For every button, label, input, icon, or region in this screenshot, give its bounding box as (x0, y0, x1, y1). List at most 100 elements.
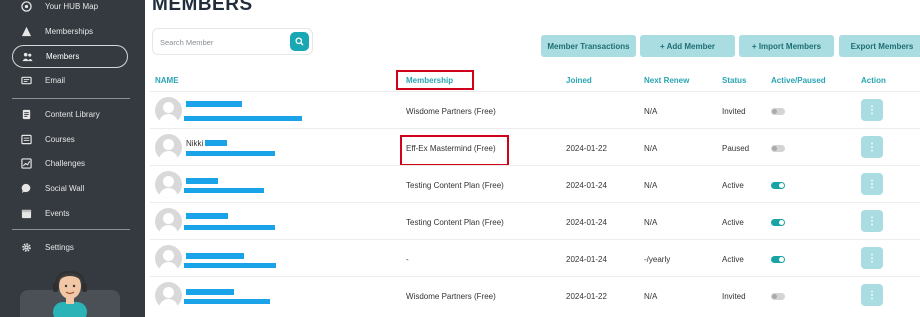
redacted-name (205, 140, 227, 146)
next-renew-cell: N/A (644, 292, 658, 301)
next-renew-cell: N/A (644, 181, 658, 190)
membership-cell: Testing Content Plan (Free) (406, 218, 504, 227)
redacted-name (186, 213, 228, 219)
sidebar-item-events[interactable]: Events (12, 202, 128, 225)
memberships-icon (20, 26, 32, 38)
active-paused-toggle[interactable] (771, 256, 785, 263)
sidebar-item-social-wall[interactable]: Social Wall (12, 177, 128, 200)
redacted-name (186, 178, 218, 184)
map-icon (20, 1, 32, 13)
active-paused-toggle[interactable] (771, 108, 785, 115)
more-vertical-icon: ⋮ (867, 289, 877, 301)
row-action-button[interactable]: ⋮ (861, 284, 883, 306)
active-paused-toggle[interactable] (771, 182, 785, 189)
active-paused-toggle[interactable] (771, 219, 785, 226)
status-cell: Active (722, 218, 744, 227)
sidebar-item-courses[interactable]: Courses (12, 128, 128, 151)
sidebar-item-label: Social Wall (45, 184, 85, 193)
sidebar-item-hub-map[interactable]: Your HUB Map (12, 0, 128, 18)
sidebar-item-label: Content Library (45, 110, 100, 119)
joined-cell: 2024-01-24 (566, 218, 607, 227)
more-vertical-icon: ⋮ (867, 104, 877, 116)
row-action-button[interactable]: ⋮ (861, 173, 883, 195)
membership-cell: - (406, 255, 409, 264)
redacted-email (184, 263, 276, 268)
search-input[interactable]: Search Member (160, 38, 213, 47)
next-renew-cell: N/A (644, 107, 658, 116)
more-vertical-icon: ⋮ (867, 178, 877, 190)
export-members-button[interactable]: Export Members (839, 35, 920, 57)
row-divider (150, 239, 920, 240)
sidebar-item-members[interactable]: Members (12, 45, 128, 68)
redacted-name (186, 289, 234, 295)
sidebar-divider (12, 229, 130, 230)
redacted-email (184, 116, 302, 121)
next-renew-cell: N/A (644, 144, 658, 153)
column-header-action: Action (861, 76, 886, 85)
sidebar-item-label: Events (45, 209, 70, 218)
member-avatar (155, 134, 182, 161)
member-transactions-button[interactable]: Member Transactions (541, 35, 636, 57)
column-header-next-renew: Next Renew (644, 76, 690, 85)
sidebar-item-label: Challenges (45, 159, 86, 168)
row-action-button[interactable]: ⋮ (861, 210, 883, 232)
member-avatar (155, 208, 182, 235)
row-divider (150, 276, 920, 277)
import-members-button[interactable]: + Import Members (739, 35, 834, 57)
sidebar-divider (12, 98, 130, 99)
more-vertical-icon: ⋮ (867, 252, 877, 264)
sidebar: Your HUB Map Memberships Members Email C… (0, 0, 145, 317)
mascot-avatar (53, 270, 87, 317)
sidebar-item-label: Settings (45, 243, 74, 252)
sidebar-item-content-library[interactable]: Content Library (12, 103, 128, 126)
sidebar-item-email[interactable]: Email (12, 69, 128, 92)
page-title: MEMBERS (152, 0, 253, 15)
challenges-icon (20, 158, 32, 170)
status-cell: Invited (722, 107, 746, 116)
membership-cell: Testing Content Plan (Free) (406, 181, 504, 190)
members-icon (21, 51, 33, 63)
more-vertical-icon: ⋮ (867, 215, 877, 227)
active-paused-toggle[interactable] (771, 293, 785, 300)
sidebar-item-memberships[interactable]: Memberships (12, 20, 128, 43)
sidebar-item-settings[interactable]: Settings (12, 236, 128, 259)
redacted-email (184, 299, 270, 304)
row-divider (150, 202, 920, 203)
column-header-status: Status (722, 76, 747, 85)
sidebar-item-challenges[interactable]: Challenges (12, 152, 128, 175)
status-cell: Active (722, 255, 744, 264)
column-header-name: NAME (155, 76, 179, 85)
member-avatar (155, 97, 182, 124)
social-wall-icon (20, 183, 32, 195)
email-icon (20, 75, 32, 87)
joined-cell: 2024-01-24 (566, 255, 607, 264)
status-cell: Invited (722, 292, 746, 301)
events-icon (20, 208, 32, 220)
redacted-email (184, 188, 264, 193)
more-vertical-icon: ⋮ (867, 141, 877, 153)
row-action-button[interactable]: ⋮ (861, 247, 883, 269)
header-divider (150, 91, 920, 92)
courses-icon (20, 134, 32, 146)
sidebar-item-label: Email (45, 76, 66, 85)
gear-icon (20, 242, 32, 254)
content-library-icon (20, 109, 32, 121)
sidebar-item-label: Your HUB Map (45, 2, 99, 11)
membership-cell: Wisdome Partners (Free) (406, 107, 496, 116)
active-paused-toggle[interactable] (771, 145, 785, 152)
column-header-active-paused: Active/Paused (771, 76, 826, 85)
membership-header-highlight (396, 70, 474, 90)
column-header-joined: Joined (566, 76, 592, 85)
redacted-email (186, 151, 275, 156)
member-avatar (155, 282, 182, 309)
search-box[interactable]: Search Member (152, 28, 313, 55)
row-divider (150, 165, 920, 166)
add-member-button[interactable]: + Add Member (640, 35, 735, 57)
next-renew-cell: -/yearly (644, 255, 671, 264)
row-action-button[interactable]: ⋮ (861, 136, 883, 158)
row-action-button[interactable]: ⋮ (861, 99, 883, 121)
status-cell: Paused (722, 144, 750, 153)
member-name: Nikki (186, 139, 204, 148)
sidebar-item-label: Members (46, 52, 80, 61)
search-button[interactable] (290, 32, 309, 51)
